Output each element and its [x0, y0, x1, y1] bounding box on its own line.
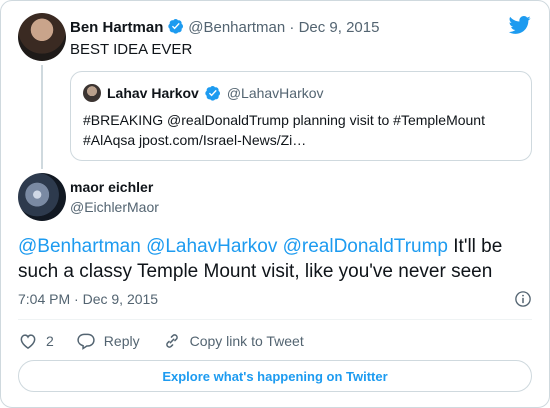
divider: [18, 319, 532, 320]
tweet-date: Dec 9, 2015: [82, 291, 159, 307]
thread-connector-line: [41, 65, 43, 169]
mention-link[interactable]: @Benhartman: [18, 236, 141, 257]
like-count: 2: [46, 333, 54, 349]
link-icon: [165, 334, 178, 348]
quoted-author-handle: @LahavHarkov: [226, 85, 324, 101]
mention-link[interactable]: @LahavHarkov: [146, 236, 277, 257]
tweet-actions: 2 Reply Copy link to Tweet: [18, 331, 326, 351]
twitter-logo-icon[interactable]: [508, 14, 532, 36]
tweet-embed-card: Ben Hartman @Benhartman · Dec 9, 2015 BE…: [0, 0, 550, 408]
quoted-text-line: #BREAKING @realDonaldTrump planning visi…: [83, 112, 485, 128]
separator: ·: [70, 291, 83, 307]
first-tweet-text: BEST IDEA EVER: [70, 41, 193, 58]
copy-link-label: Copy link to Tweet: [189, 333, 304, 349]
reply-icon: [77, 333, 95, 350]
info-icon[interactable]: [514, 290, 532, 308]
mention-link[interactable]: @realDonaldTrump: [283, 236, 448, 257]
main-author-handle[interactable]: @EichlerMaor: [70, 199, 159, 215]
avatar[interactable]: [18, 173, 66, 221]
main-tweet-text: @Benhartman @LahavHarkov @realDonaldTrum…: [18, 234, 538, 284]
author-name[interactable]: Ben Hartman: [70, 19, 163, 36]
quoted-tweet[interactable]: Lahav Harkov @LahavHarkov #BREAKING @rea…: [70, 71, 532, 161]
reply-button[interactable]: Reply: [76, 331, 140, 351]
tweet-timestamp[interactable]: 7:04 PM · Dec 9, 2015: [18, 291, 158, 307]
author-handle[interactable]: @Benhartman: [188, 19, 285, 36]
copy-link-button[interactable]: Copy link to Tweet: [162, 331, 304, 351]
avatar[interactable]: [18, 13, 66, 61]
quoted-text-line: #AlAqsa jpost.com/Israel-News/Zi…: [83, 132, 307, 148]
tweet-time: 7:04 PM: [18, 291, 71, 307]
tweet-date[interactable]: Dec 9, 2015: [299, 19, 380, 36]
quoted-author-name: Lahav Harkov: [107, 85, 199, 101]
quoted-tweet-text: #BREAKING @realDonaldTrump planning visi…: [83, 110, 523, 150]
main-author-name-row: maor eichler: [70, 179, 153, 197]
heart-icon: [20, 334, 36, 349]
quoted-tweet-header: Lahav Harkov @LahavHarkov: [83, 84, 324, 102]
verified-badge-icon: [205, 86, 220, 101]
reply-label: Reply: [103, 333, 140, 349]
separator: ·: [285, 19, 299, 36]
explore-button[interactable]: Explore what's happening on Twitter: [18, 360, 532, 392]
like-button[interactable]: 2: [18, 331, 54, 351]
first-tweet-header: Ben Hartman @Benhartman · Dec 9, 2015: [70, 18, 379, 37]
avatar: [83, 84, 101, 102]
verified-badge-icon: [168, 19, 183, 34]
main-author-name[interactable]: maor eichler: [70, 179, 153, 195]
